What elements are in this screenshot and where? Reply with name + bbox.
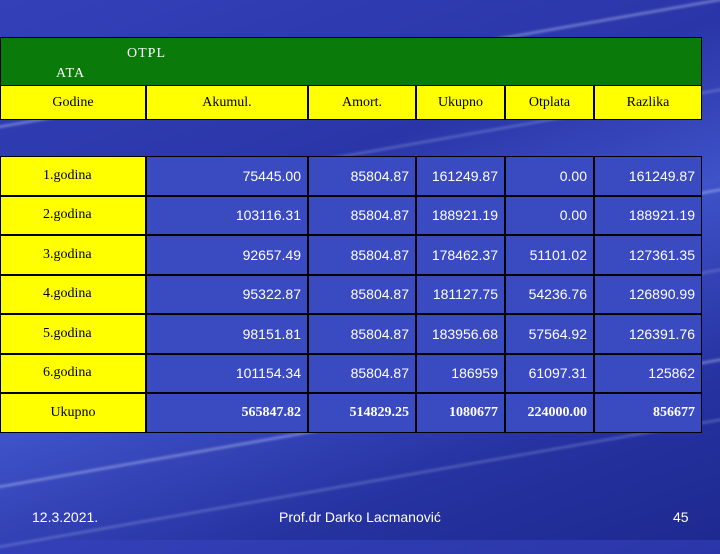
table-cell: 61097.31 <box>505 353 594 393</box>
footer-date: 12.3.2021. <box>32 509 99 525</box>
table-cell: 103116.31 <box>146 195 308 235</box>
table-cell: 127361.35 <box>594 235 702 275</box>
table-cell: 188921.19 <box>594 195 702 235</box>
table-cell: 85804.87 <box>308 156 416 196</box>
table-cell: 161249.87 <box>594 156 702 196</box>
table-cell: 188921.19 <box>416 195 505 235</box>
header-amort: Amort. <box>308 85 416 120</box>
table-cell: 126890.99 <box>594 274 702 314</box>
header-row: Godine Akumul. Amort. Ukupno Otplata Raz… <box>0 85 702 120</box>
header-otplata: Otplata <box>505 85 594 120</box>
total-cell: 565847.82 <box>146 393 308 433</box>
table-cell: 0.00 <box>505 156 594 196</box>
header-razlika: Razlika <box>594 85 702 120</box>
row-label: 6.godina <box>0 353 146 393</box>
total-cell: 224000.00 <box>505 393 594 433</box>
table-cell: 54236.76 <box>505 274 594 314</box>
table-cell: 85804.87 <box>308 353 416 393</box>
row-label: 3.godina <box>0 235 146 275</box>
table-cell: 0.00 <box>505 195 594 235</box>
table-cell: 51101.02 <box>505 235 594 275</box>
total-cell: 514829.25 <box>308 393 416 433</box>
table-cell: 92657.49 <box>146 235 308 275</box>
row-label: 4.godina <box>0 274 146 314</box>
table-cell: 183956.68 <box>416 314 505 354</box>
row-label: 5.godina <box>0 314 146 354</box>
header-akumul: Akumul. <box>146 85 308 120</box>
table-cell: 85804.87 <box>308 195 416 235</box>
table-title-sub: ATA <box>56 66 86 81</box>
table-cell: 101154.34 <box>146 353 308 393</box>
total-cell: 856677 <box>594 393 702 433</box>
table-cell: 57564.92 <box>505 314 594 354</box>
row-label: 1.godina <box>0 156 146 196</box>
table-cell: 85804.87 <box>308 274 416 314</box>
table-cell: 161249.87 <box>416 156 505 196</box>
table-title: OTPL <box>127 46 166 61</box>
total-cell: 1080677 <box>416 393 505 433</box>
table-cell: 125862 <box>594 353 702 393</box>
table-cell: 178462.37 <box>416 235 505 275</box>
total-row-label: Ukupno <box>0 393 146 433</box>
row-label: 2.godina <box>0 195 146 235</box>
table-cell: 75445.00 <box>146 156 308 196</box>
footer-author: Prof.dr Darko Lacmanović <box>279 509 441 525</box>
table-cell: 85804.87 <box>308 314 416 354</box>
table-cell: 98151.81 <box>146 314 308 354</box>
table-title-bar: OTPL ATA <box>0 37 702 86</box>
table-cell: 126391.76 <box>594 314 702 354</box>
header-ukupno: Ukupno <box>416 85 505 120</box>
table-cell: 186959 <box>416 353 505 393</box>
table-cell: 181127.75 <box>416 274 505 314</box>
footer-page: 45 <box>673 509 689 525</box>
header-godine: Godine <box>0 85 146 120</box>
table-cell: 95322.87 <box>146 274 308 314</box>
table-cell: 85804.87 <box>308 235 416 275</box>
